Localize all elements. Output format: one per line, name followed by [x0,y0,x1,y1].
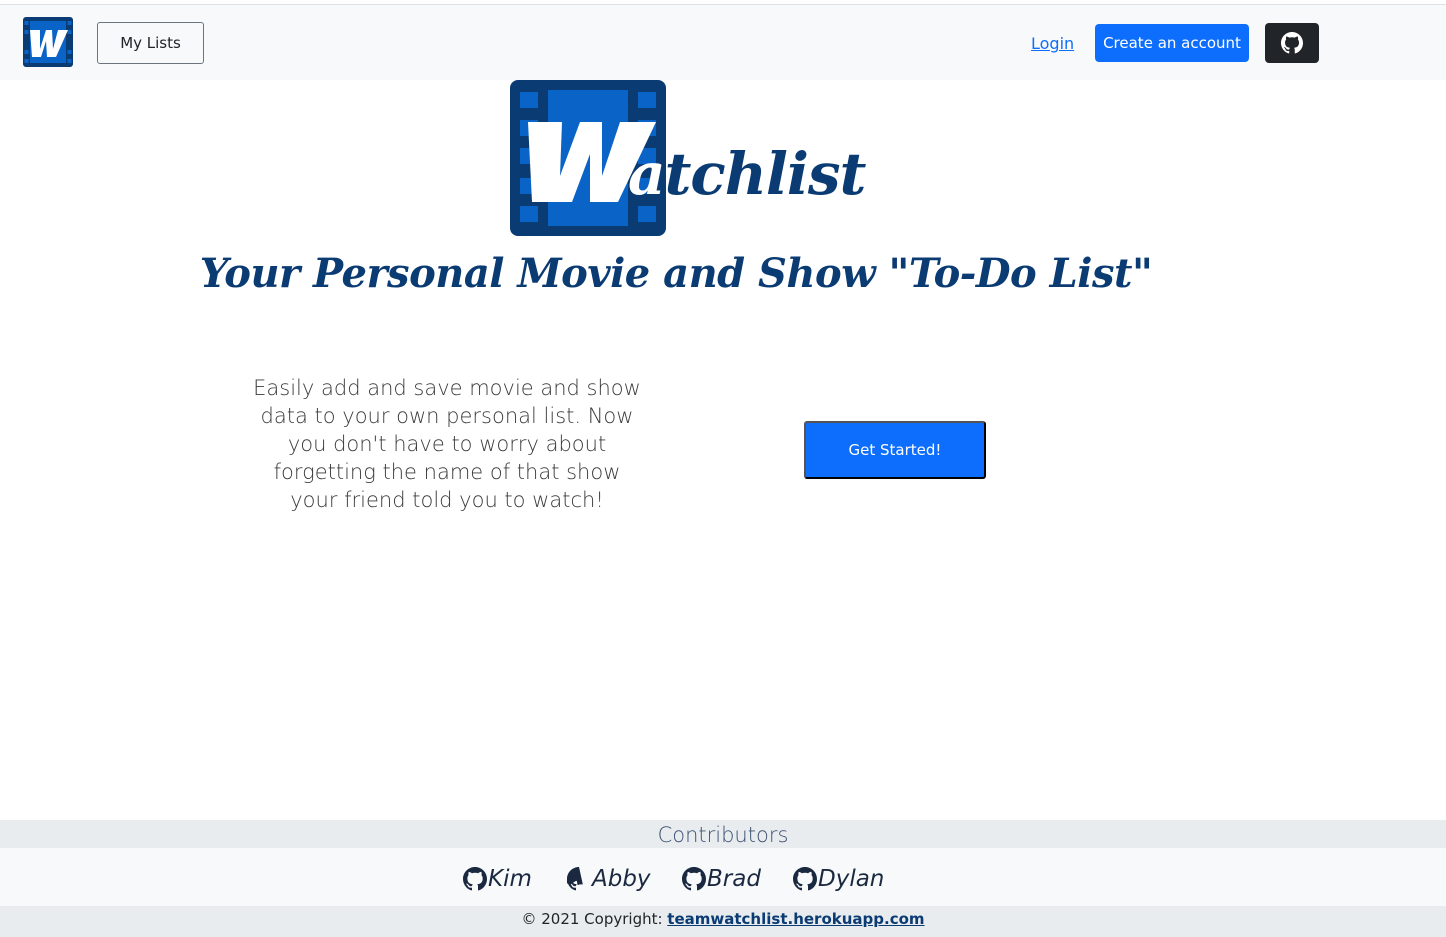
watchlist-logo-icon[interactable] [23,17,73,67]
github-icon [567,867,583,891]
get-started-button[interactable]: Get Started! [804,421,986,479]
copyright-text: © 2021 Copyright: [521,910,668,928]
create-account-button[interactable]: Create an account [1095,24,1249,62]
contributor-link-brad[interactable]: Brad [682,866,761,892]
login-link[interactable]: Login [1031,34,1074,53]
navbar: My Lists Login Create an account [0,5,1446,80]
page-tagline: Your Personal Movie and Show "To-Do List… [199,250,1153,297]
logo-letter-a: a [628,140,666,208]
contributor-name: Kim [488,866,532,892]
github-button[interactable] [1265,23,1319,63]
github-icon [793,867,817,891]
my-lists-button[interactable]: My Lists [97,22,204,64]
intro-text: Easily add and save movie and show data … [253,376,641,512]
watchlist-logo-wordmark: atchlist [628,140,867,208]
contributor-name: Brad [707,866,761,892]
copyright-bar: © 2021 Copyright: teamwatchlist.herokuap… [0,906,1446,937]
site-link[interactable]: teamwatchlist.herokuapp.com [667,910,924,928]
contributor-name: Abby [592,866,651,892]
contributors-row: Kim Abby Brad Dylan [0,848,1446,906]
contributor-name: Dylan [818,866,885,892]
contributors-heading: Contributors [0,820,1446,848]
logo-wordmark-rest: tchlist [664,140,867,208]
contributor-link-kim[interactable]: Kim [463,866,532,892]
github-icon [682,867,706,891]
github-icon [1281,32,1303,54]
github-icon [463,867,487,891]
contributor-link-abby[interactable]: Abby [567,866,651,892]
contributor-link-dylan[interactable]: Dylan [793,866,884,892]
